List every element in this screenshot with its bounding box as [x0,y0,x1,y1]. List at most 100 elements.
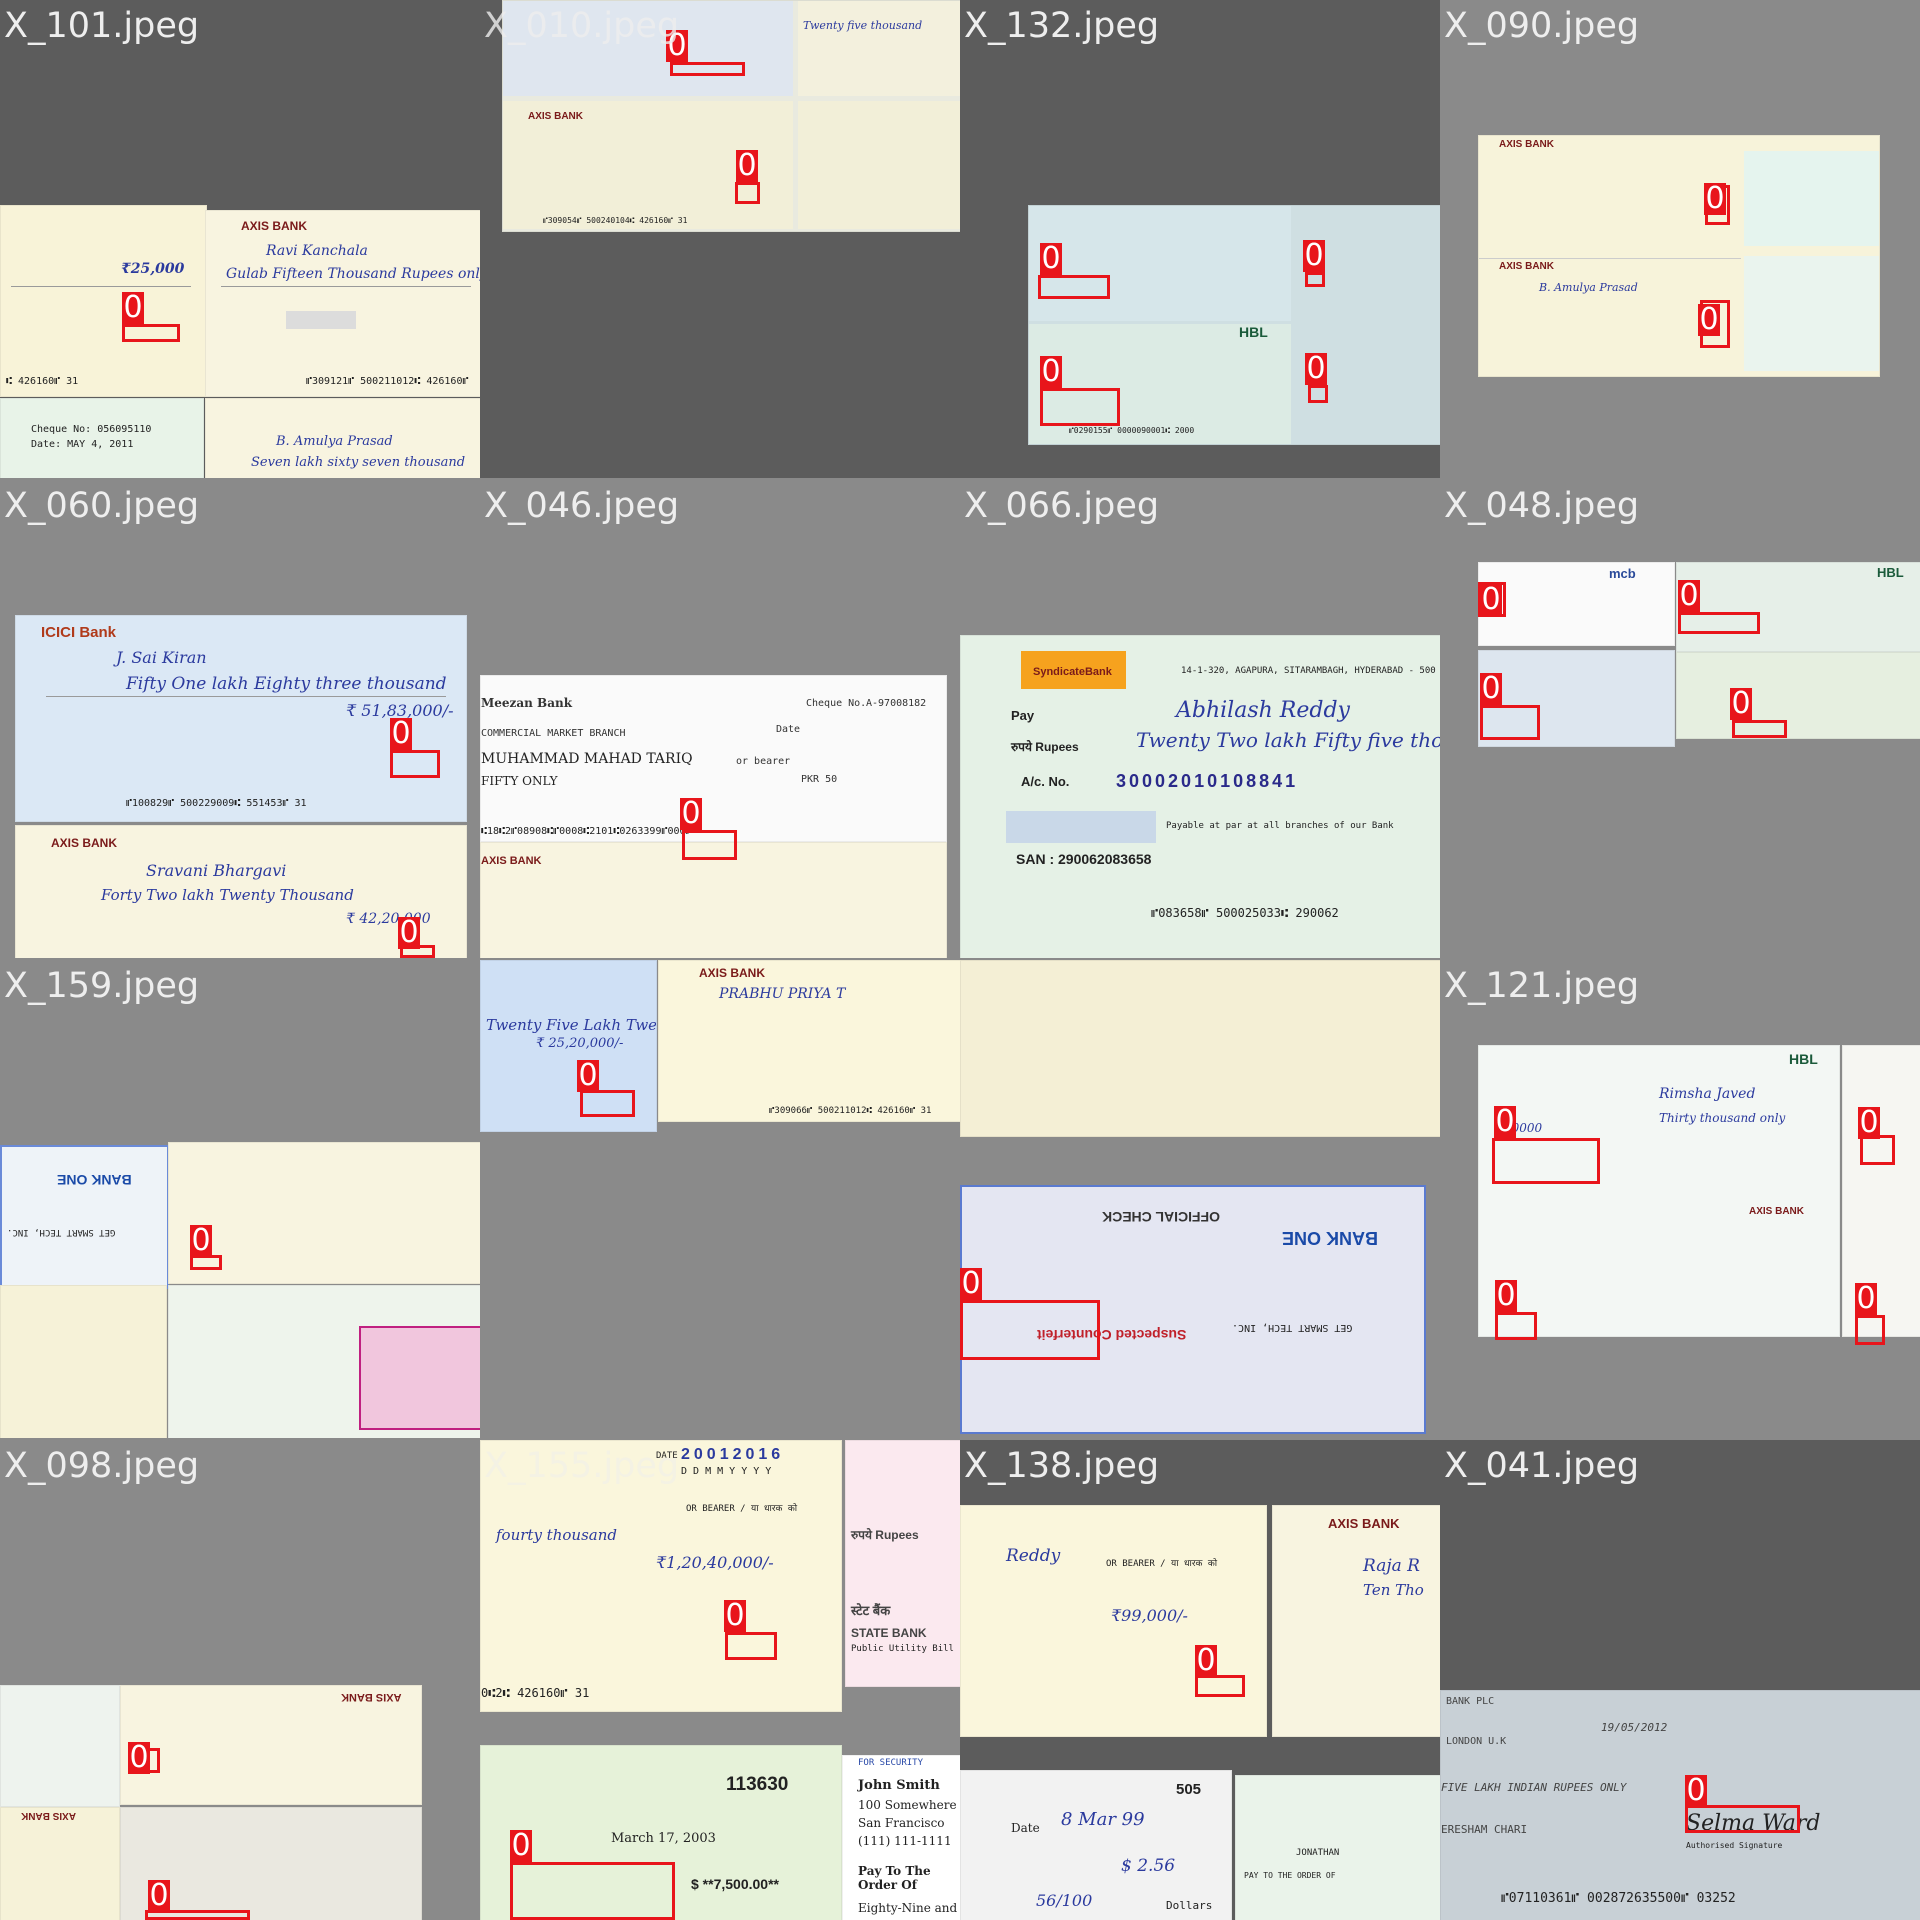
bank-name-hindi: स्टेट बैंक [851,1603,891,1618]
detection-label: 0 [1040,241,1062,276]
amount-words: Gulab Fifteen Thousand Rupees only [226,266,480,282]
tile-x046[interactable]: X_046.jpeg Meezan Bank Cheque No. A-9700… [480,480,960,958]
amount-words: Twenty Two lakh Fifty five thousand [1136,728,1440,752]
detection-label: 0 [510,1828,532,1863]
amount-figures: ₹99,000/- [1111,1606,1188,1625]
tile-x138[interactable]: X_138.jpeg Reddy OR BEARER / या धारक को … [960,1440,1440,1920]
tile-title: X_066.jpeg [964,486,1160,526]
pay-label: Pay [1011,708,1035,723]
cheque-image: JONATHAN PAY TO THE ORDER OF [1235,1775,1440,1920]
tile-x098[interactable]: X_098.jpeg AXIS BANK AXIS BANK 0 0 [0,1440,480,1920]
tile-unlabeled-b[interactable]: ⑈0PO08⑈ 5002⑆5101⑆5⑆ 0⑆PSI⑈ 31 OFFICIAL … [960,960,1440,1438]
cheque-image: BANK ONE GET SMART TECH, INC. [0,1145,169,1289]
tile-x041[interactable]: X_041.jpeg BANK PLC LONDON U.K 19/05/201… [1440,1440,1920,1920]
bank-name: Meezan Bank [481,696,573,710]
cheque-image [0,1685,120,1807]
tile-title: X_098.jpeg [4,1446,200,1486]
tile-x101[interactable]: X_101.jpeg ₹25,000 ⑆ 426160⑈ 31 AXIS BAN… [0,0,480,478]
tile-title: X_132.jpeg [964,6,1160,46]
cheque-image: Cheque No: 056095110 Date: MAY 4, 2011 [0,398,204,478]
detection-box [1685,1805,1800,1833]
detection-label: 0 [1494,1104,1516,1139]
detection-label: 0 [398,915,420,950]
amount-words: FIVE LAKH INDIAN RUPEES ONLY [1441,1781,1627,1794]
account-label: A/c. No. [1021,774,1070,789]
detection-label: 0 [724,1598,746,1633]
detection-box [1480,705,1540,740]
tile-x121[interactable]: X_121.jpeg HBL Rimsha Javed Thirty thous… [1440,960,1920,1438]
bank-name: AXIS BANK [481,855,542,867]
tile-x132[interactable]: X_132.jpeg HBL ⑈0290155⑈ 0000090001⑆ 200… [960,0,1440,478]
tile-x155[interactable]: DATE 20012016 D D M M Y Y Y Y OR BEARER … [480,1440,960,1920]
detection-label: 0 [1495,1278,1517,1313]
detection-box [725,1632,777,1660]
amount-figures: $ 2.56 [1121,1856,1176,1876]
tile-x090[interactable]: X_090.jpeg AXIS BANK AXIS BANK B. Amulya… [1440,0,1920,478]
detection-box [1308,385,1328,403]
tile-x159[interactable]: BANK ONE GET SMART TECH, INC. 0 X_159.jp… [0,960,480,1438]
bank-address: 14-1-320, AGAPURA, SITARAMBAGH, HYDERABA… [1181,666,1440,676]
bank-name: STATE BANK [851,1626,927,1640]
cheque-text: ₹25,000 [121,261,185,277]
cheque-image: AXIS BANK PRABHU PRIYA T ⑈309066⑈ 500211… [658,960,960,1122]
detection-box [1495,1312,1537,1340]
detection-label: 0 [1858,1105,1880,1140]
cheque-image [1676,652,1920,739]
bank-address: LONDON U.K [1446,1736,1507,1747]
amount-words: 56/100 [1036,1891,1093,1910]
detection-label: 0 [1480,582,1502,617]
detection-label: 0 [1303,238,1325,273]
cheque-image: AXIS BANK [0,1807,120,1920]
tile-title: X_138.jpeg [964,1446,1160,1486]
branch-name: COMMERCIAL MARKET BRANCH [481,728,626,739]
payee-name: Rimsha Javed [1659,1086,1756,1102]
detection-label: 0 [736,148,758,183]
remitter-name: JONATHAN [1296,1848,1340,1858]
bank-name: ICICI Bank [41,624,117,641]
amount-figures: ₹ 25,20,000/- [536,1036,624,1051]
cheque-image [1842,1045,1920,1337]
tile-title: X_155.jpeg [484,1446,680,1486]
payee-name: GET SMART TECH, INC. [1232,1322,1353,1333]
bank-name: HBL [1877,565,1904,580]
bank-name: AXIS BANK [1499,139,1555,150]
cheque-image: AXIS BANK [120,1685,422,1805]
pay-to-label: Pay To The Order Of [858,1864,931,1892]
cheque-image: रुपये Rupees स्टेट बैंक STATE BANK Publi… [845,1440,960,1687]
pay-to-label: PAY TO THE ORDER OF [1244,1871,1336,1880]
bank-name: AXIS BANK [528,111,584,122]
check-number: 505 [1176,1781,1202,1798]
payee-name: Reddy [1006,1546,1061,1566]
bank-name: BANK PLC [1446,1696,1495,1707]
payee-name: Abhilash Reddy [1176,698,1350,723]
payee-name: Sravani Bhargavi [146,861,287,880]
tile-x010[interactable]: AXIS BANK Twenty five thousand ⑈309054⑈ … [480,0,960,478]
detection-label: 0 [1480,671,1502,706]
tile-unlabeled-a[interactable]: Twenty Five Lakh Twenty Thousand ₹ 25,20… [480,960,960,1438]
payee-name: GET SMART TECH, INC. [7,1227,116,1237]
detection-box [1492,1138,1600,1184]
cheque-image [168,1285,480,1438]
detection-label: 0 [122,290,144,325]
tile-x048[interactable]: X_048.jpeg mcb HBL 0 0 0 0 [1440,480,1920,958]
detection-box [1040,388,1120,426]
date-value: 19/05/2012 [1601,1721,1668,1734]
tile-x060[interactable]: X_060.jpeg ICICI Bank J. Sai Kiran Fifty… [0,480,480,958]
amount-words: Thirty thousand only [1659,1111,1786,1125]
detection-label: 0 [190,1223,212,1258]
detection-box [670,62,745,76]
amount-figures: ₹1,20,40,000/- [656,1553,774,1572]
tile-x066[interactable]: X_066.jpeg SyndicateBank 14-1-320, AGAPU… [960,480,1440,958]
cheque-image: SyndicateBank 14-1-320, AGAPURA, SITARAM… [960,635,1440,958]
payee-name: Ravi Kanchala [266,243,368,259]
payable-note: Payable at par at all branches of our Ba… [1166,821,1394,831]
cheque-label: Cheque No. [806,698,867,709]
amount-words: Fifty One lakh Eighty three thousand [126,674,447,694]
tile-title: X_041.jpeg [1444,1446,1640,1486]
payee-name: MUHAMMAD MAHAD TARIQ [481,751,693,767]
san-number: SAN : 290062083658 [1016,851,1152,867]
cheque-image: BANK PLC LONDON U.K 19/05/2012 FIVE LAKH… [1440,1690,1920,1920]
date-label: Date [1011,1821,1040,1835]
account-holder: John Smith [858,1778,940,1793]
mosaic-grid: X_101.jpeg ₹25,000 ⑆ 426160⑈ 31 AXIS BAN… [0,0,1920,1920]
